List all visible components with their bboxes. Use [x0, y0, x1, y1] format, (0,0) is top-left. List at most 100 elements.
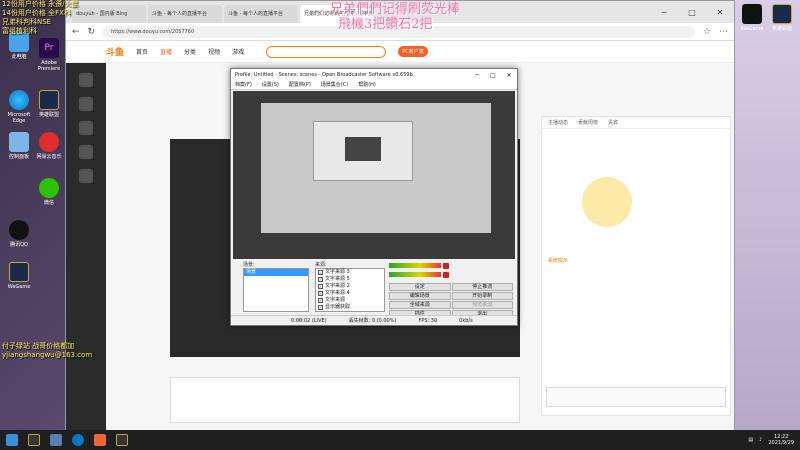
preview-layer-4: [345, 137, 381, 161]
desktop-icon-control-panel[interactable]: 控制面板: [4, 132, 34, 160]
volume-icon[interactable]: ♪: [759, 437, 762, 443]
taskbar-folder-icon[interactable]: [50, 434, 62, 446]
nav-live[interactable]: 直播: [160, 47, 172, 56]
side-panel: 主播动态 贡献周榜 贵宾 系统提示: [541, 116, 731, 416]
chat-input[interactable]: [546, 387, 726, 407]
scenes-list[interactable]: 场景: [243, 268, 309, 312]
nav-games[interactable]: 游戏: [232, 47, 244, 56]
pc-client-button[interactable]: PC客户端: [398, 46, 428, 57]
desktop-icon-edge[interactable]: Microsoft Edge: [4, 90, 34, 124]
sources-label: 来源:: [315, 262, 327, 268]
stop-stream-button[interactable]: 停止推流: [451, 283, 513, 291]
wegame-icon: [9, 262, 29, 282]
taskbar-wegame-icon[interactable]: [116, 434, 128, 446]
clock[interactable]: 12:22 2021/9/29: [768, 434, 794, 446]
desktop-icon-premiere[interactable]: Pr Adobe Premiere: [34, 38, 64, 72]
site-search-input[interactable]: [266, 45, 387, 58]
source-item[interactable]: ✓ 显示器获取: [316, 304, 384, 311]
maximize-icon[interactable]: □: [678, 1, 706, 23]
scene-item[interactable]: 场景: [244, 269, 308, 276]
side-tab-dynamics[interactable]: 主播动态: [548, 119, 568, 126]
chat-system-label: 系统提示: [548, 258, 569, 264]
settings-button[interactable]: 设定: [389, 283, 451, 291]
side-tab-ranking[interactable]: 贡献周榜: [578, 119, 598, 126]
refresh-icon[interactable]: ↻: [88, 27, 96, 37]
more-icon[interactable]: ⋯: [719, 27, 728, 37]
speaker-icon[interactable]: [443, 271, 449, 278]
tab-douyu-2[interactable]: 斗鱼 - 每个人的直播平台: [224, 5, 298, 23]
league-icon: [772, 4, 792, 24]
obs-maximize-icon[interactable]: □: [485, 72, 501, 79]
desktop-icon-lol[interactable]: 英雄联盟: [34, 90, 64, 118]
menu-settings[interactable]: 设置(S): [262, 81, 279, 89]
network-icon[interactable]: ▤: [748, 437, 753, 443]
left-rail: [66, 63, 106, 430]
checkbox-icon[interactable]: ✓: [318, 298, 323, 303]
nav-category[interactable]: 分类: [184, 47, 196, 56]
start-record-button[interactable]: 开始录制: [451, 292, 513, 300]
edge-icon: [9, 90, 29, 110]
source-item[interactable]: ✓ 文字来源 2: [316, 283, 384, 290]
league-icon: [39, 90, 59, 110]
global-sources-button[interactable]: 全域来源: [389, 301, 451, 309]
stream-time: 0:00:02 (LIVE): [291, 317, 327, 324]
desktop-level-bar: [389, 272, 441, 277]
wechat-icon: [39, 178, 59, 198]
side-tab-vip[interactable]: 贵宾: [608, 119, 618, 126]
minimize-icon[interactable]: ─: [650, 1, 678, 23]
menu-scene-collection[interactable]: 场景集合(C): [321, 81, 348, 89]
rail-video-icon[interactable]: [79, 145, 93, 159]
tab-douyu-1[interactable]: 斗鱼 - 每个人的直播平台: [148, 5, 222, 23]
desktop-icon-this-pc[interactable]: 此电脑: [4, 32, 34, 60]
source-item[interactable]: ✓ 文字来源 5: [316, 276, 384, 283]
source-item[interactable]: ✓ 文字来源 3: [316, 269, 384, 276]
close-icon[interactable]: ✕: [706, 1, 734, 23]
desktop-icon-qq[interactable]: 腾讯QQ: [4, 220, 34, 248]
checkbox-icon[interactable]: ✓: [318, 270, 323, 275]
start-icon[interactable]: [6, 434, 18, 446]
douyu-logo[interactable]: 斗鱼: [106, 45, 124, 58]
obs-buttons: 设定 停止推流 编辑场景 开始录制 全域来源 预览串流 插件 退出: [389, 283, 513, 318]
obs-statusbar: 0:00:02 (LIVE) 丢失帧数: 0 (0.00%) FPS: 30 0…: [231, 315, 517, 325]
nav-video[interactable]: 视频: [208, 47, 220, 56]
mic-icon[interactable]: [443, 262, 449, 269]
dock-lol[interactable]: 英雄联盟: [767, 4, 797, 32]
taskbar-edge-icon[interactable]: [72, 434, 84, 446]
obs-title: Profile: Untitled - Scenes: scenes - Ope…: [235, 72, 413, 78]
taskbar-obs-icon[interactable]: [94, 434, 106, 446]
source-item[interactable]: ✓ 文字来源: [316, 297, 384, 304]
source-item[interactable]: ✓ 文字来源 4: [316, 290, 384, 297]
desktop-icon-wechat[interactable]: 微信: [34, 178, 64, 206]
rail-category-icon[interactable]: [79, 121, 93, 135]
rail-game-icon[interactable]: [79, 169, 93, 183]
rail-follow-icon[interactable]: [79, 97, 93, 111]
checkbox-icon[interactable]: ✓: [318, 284, 323, 289]
side-panel-tabs: 主播动态 贡献周榜 贵宾: [542, 117, 730, 129]
obs-menubar: 档案(F) 设置(S) 配置档(P) 场景集合(C) 帮助(H): [231, 81, 517, 90]
menu-file[interactable]: 档案(F): [235, 81, 252, 89]
desktop-icon-netease-music[interactable]: 网易云音乐: [34, 132, 64, 160]
checkbox-icon[interactable]: ✓: [318, 291, 323, 296]
checkbox-icon[interactable]: ✓: [318, 305, 323, 310]
obs-preview[interactable]: [233, 91, 515, 259]
obs-close-icon[interactable]: ✕: [501, 72, 517, 79]
favorites-icon[interactable]: ☆: [703, 27, 711, 37]
obs-minimize-icon[interactable]: ─: [469, 72, 485, 79]
menu-profile[interactable]: 配置档(P): [289, 81, 311, 89]
preview-stream-button[interactable]: 预览串流: [451, 301, 513, 309]
edit-scene-button[interactable]: 编辑场景: [389, 292, 451, 300]
site-header: 斗鱼 首页 直播 分类 视频 游戏 PC客户端: [66, 41, 734, 63]
tab-bing[interactable]: douyuh - 国内版 Bing: [72, 5, 146, 23]
sources-list[interactable]: ✓ 文字来源 3 ✓ 文字来源 5 ✓ 文字来源 2 ✓ 文字来源 4 ✓ 文字来源 ✓ 显…: [315, 268, 385, 312]
nav-home[interactable]: 首页: [136, 47, 148, 56]
fps-readout: FPS: 30: [418, 317, 438, 324]
taskbar-league-icon[interactable]: [28, 434, 40, 446]
desktop-icon-wegame[interactable]: WeGame: [4, 262, 34, 290]
menu-help[interactable]: 帮助(H): [358, 81, 376, 89]
dock-wegame[interactable]: WeGame: [737, 4, 767, 32]
rail-home-icon[interactable]: [79, 73, 93, 87]
wegame-icon: [742, 4, 762, 24]
desktop-audio-meter: [389, 270, 449, 279]
right-desktop-area: WeGame 英雄联盟: [735, 0, 800, 430]
checkbox-icon[interactable]: ✓: [318, 277, 323, 282]
